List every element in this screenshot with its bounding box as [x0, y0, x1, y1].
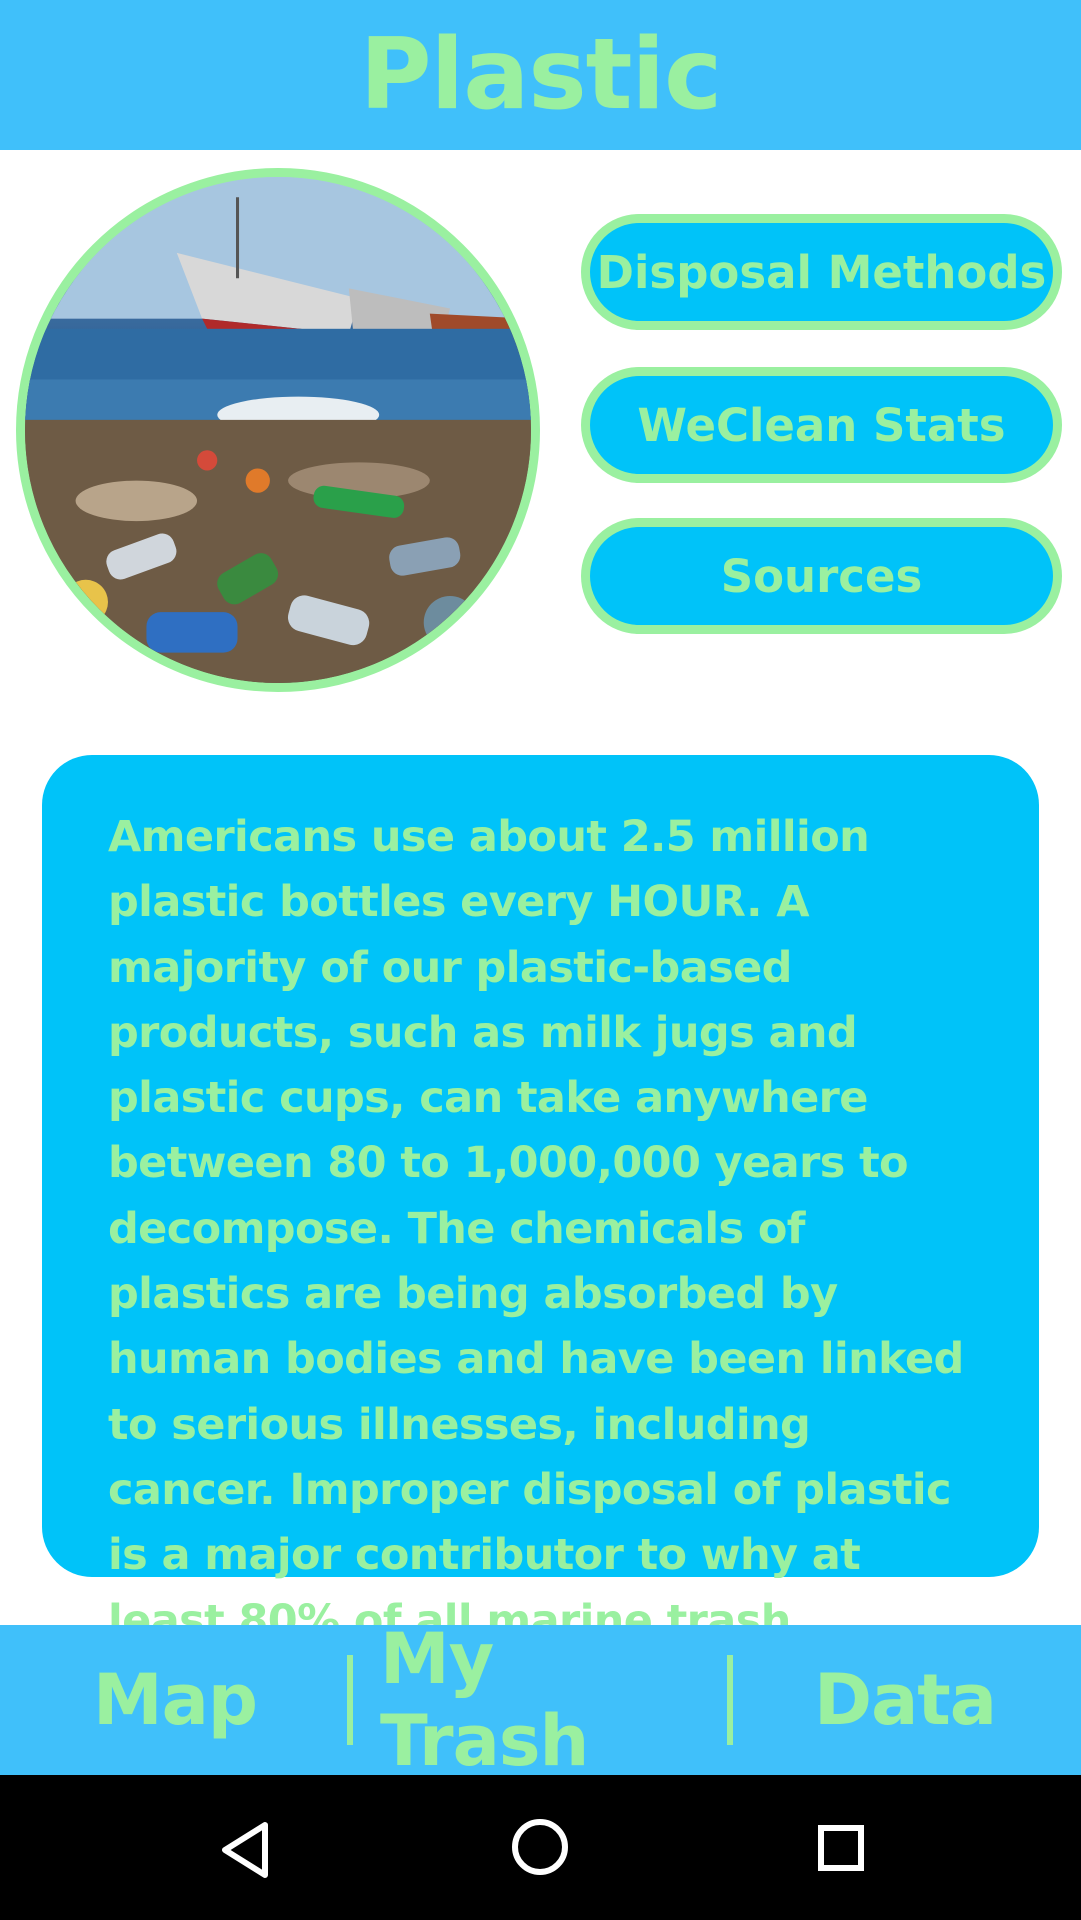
nav-divider — [347, 1655, 353, 1745]
info-card: Americans use about 2.5 million plastic … — [42, 755, 1039, 1711]
weclean-stats-button[interactable]: WeClean Stats — [581, 367, 1062, 483]
recents-icon[interactable] — [780, 1775, 900, 1920]
home-icon[interactable] — [480, 1775, 600, 1920]
back-icon[interactable] — [180, 1775, 300, 1920]
nav-divider — [727, 1655, 733, 1745]
app-header: Plastic — [0, 0, 1081, 150]
nav-map-tab[interactable]: Map — [60, 1625, 290, 1775]
nav-my-trash-tab[interactable]: My Trash — [380, 1618, 700, 1782]
page-title: Plastic — [359, 18, 722, 132]
plastic-pollution-photo — [16, 168, 540, 692]
bottom-nav: Map My Trash Data — [0, 1618, 1081, 1782]
system-navigation-bar — [0, 1775, 1081, 1920]
sources-button[interactable]: Sources — [581, 518, 1062, 634]
plastic-facts-text: Americans use about 2.5 million plastic … — [108, 812, 964, 1711]
ocean-plastic-image — [25, 177, 531, 683]
nav-data-tab[interactable]: Data — [800, 1625, 1010, 1775]
disposal-methods-button[interactable]: Disposal Methods — [581, 214, 1062, 330]
